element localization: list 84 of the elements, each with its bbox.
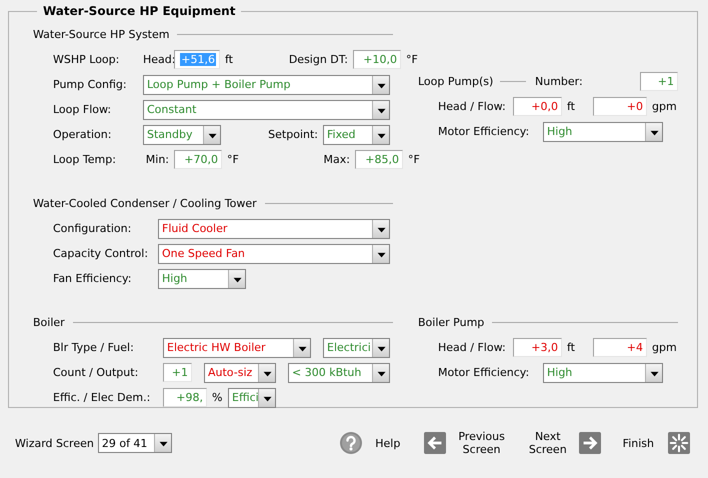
field-label: WSHP Loop: <box>52 53 120 66</box>
dropdown[interactable]: One Speed Fan <box>158 244 390 264</box>
unit-label: ft <box>566 341 576 354</box>
input-field[interactable]: +10,0 <box>353 50 401 69</box>
unit-label: °F <box>405 53 418 66</box>
field-label: Fan Efficiency: <box>52 272 132 285</box>
input-field[interactable]: +4 <box>593 338 647 357</box>
input-field[interactable]: +98, <box>163 388 207 407</box>
input-field[interactable]: +85,0 <box>355 150 403 169</box>
next-screen-button[interactable]: Next Screen <box>528 430 567 456</box>
field-label: Max: <box>322 153 351 166</box>
input-field[interactable]: +51,6 <box>174 50 220 69</box>
input-field[interactable]: +0,0 <box>513 97 562 116</box>
dropdown[interactable]: High <box>543 122 663 142</box>
previous-screen-button[interactable]: Previous Screen <box>458 430 505 456</box>
section-title: Boiler Pump <box>418 316 484 328</box>
caret-icon[interactable] <box>154 434 171 452</box>
unit-label: °F <box>226 153 240 166</box>
field-label: Loop Flow: <box>52 103 112 116</box>
dropdown[interactable]: Loop Pump + Boiler Pump <box>143 74 390 94</box>
finish-link[interactable]: Finish <box>622 436 654 450</box>
unit-label: °F <box>407 153 420 166</box>
field-label: Head / Flow: <box>437 100 507 113</box>
unit-label: gpm <box>651 100 677 113</box>
input-field[interactable]: +3,0 <box>513 338 562 357</box>
dropdown[interactable]: Auto-siz <box>204 362 276 382</box>
dropdown[interactable]: Fluid Cooler <box>158 218 390 238</box>
caret-icon[interactable] <box>645 364 662 382</box>
dropdown[interactable]: Constant <box>143 100 390 120</box>
wizard-screen-label: Wizard Screen <box>15 436 94 450</box>
section-title: Loop Pump(s) <box>418 75 494 88</box>
section-title: Water-Cooled Condenser / Cooling Tower <box>33 196 257 210</box>
dropdown[interactable]: Standby <box>143 124 221 144</box>
field-label: Setpoint: <box>267 128 319 141</box>
input-field[interactable]: +0 <box>593 97 647 116</box>
dropdown[interactable]: < 300 kBtuh <box>288 362 390 382</box>
dropdown[interactable]: Effici <box>228 388 276 408</box>
help-link[interactable]: Help <box>375 436 400 450</box>
caret-icon[interactable] <box>372 76 389 94</box>
caret-icon[interactable] <box>645 122 662 140</box>
dropdown[interactable]: High <box>543 362 663 382</box>
field-label: Blr Type / Fuel: <box>52 341 135 354</box>
caret-icon[interactable] <box>372 244 389 262</box>
caret-icon[interactable] <box>372 364 389 382</box>
wizard-screen-dropdown[interactable]: 29 of 41 <box>98 433 172 453</box>
field-label: Head: <box>143 53 174 66</box>
input-field[interactable]: +70,0 <box>174 150 222 169</box>
dropdown[interactable]: Fixed <box>323 124 390 144</box>
field-label: Number: <box>535 75 584 88</box>
field-label: Motor Efficiency: <box>437 125 530 138</box>
input-field[interactable]: +1 <box>640 72 678 91</box>
field-label: Min: <box>144 153 170 166</box>
caret-icon[interactable] <box>203 126 220 144</box>
field-label: Capacity Control: <box>52 247 150 260</box>
help-icon[interactable] <box>339 431 364 455</box>
caret-icon[interactable] <box>258 388 275 406</box>
caret-icon[interactable] <box>258 364 275 382</box>
field-label: Configuration: <box>52 222 132 235</box>
field-label: Operation: <box>52 128 112 141</box>
section-title: Water-Source HP System <box>33 28 170 40</box>
input-field[interactable]: +1 <box>163 363 192 382</box>
sparkle-icon[interactable] <box>668 432 690 454</box>
field-label: Loop Temp: <box>52 153 117 166</box>
field-label: Head / Flow: <box>437 341 507 354</box>
field-label: Effic. / Elec Dem.: <box>52 391 152 404</box>
group-title: Water-Source HP Equipment <box>42 4 236 18</box>
field-label: Count / Output: <box>52 366 140 379</box>
unit-label: ft <box>224 53 234 66</box>
caret-icon[interactable] <box>372 100 389 118</box>
section-title: Boiler <box>33 316 65 328</box>
dropdown[interactable]: Electric HW Boiler <box>163 338 311 358</box>
caret-icon[interactable] <box>372 126 389 144</box>
field-label: Pump Config: <box>52 78 128 91</box>
caret-icon[interactable] <box>372 338 389 356</box>
dropdown[interactable]: High <box>158 268 246 288</box>
unit-label: ft <box>566 100 576 113</box>
unit-label: % <box>211 391 224 404</box>
dropdown[interactable]: Electrici <box>323 338 390 358</box>
caret-icon[interactable] <box>372 220 389 238</box>
field-label: Motor Efficiency: <box>437 366 530 379</box>
caret-icon[interactable] <box>293 338 310 356</box>
field-label: Design DT: <box>288 53 349 66</box>
caret-icon[interactable] <box>228 270 245 288</box>
unit-label: gpm <box>651 341 677 354</box>
